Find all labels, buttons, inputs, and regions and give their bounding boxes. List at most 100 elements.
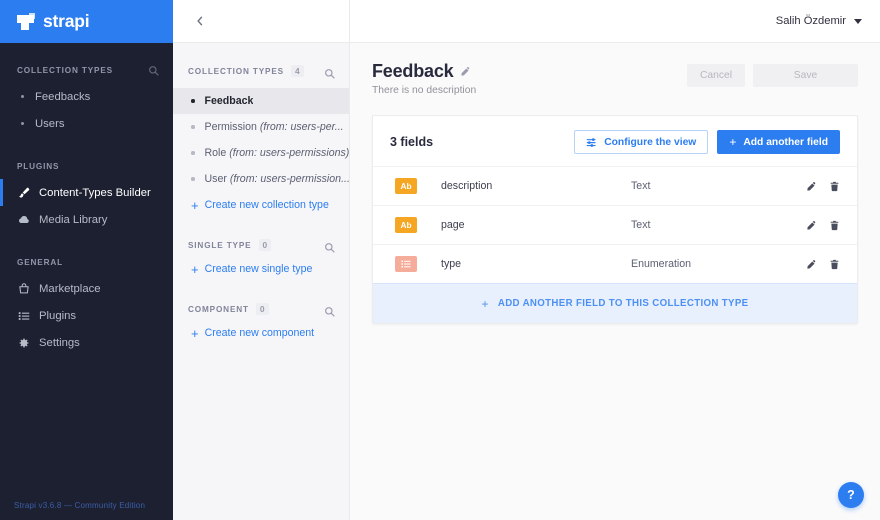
midbar-section-count: 0 xyxy=(258,239,272,251)
sidebar-item-media-library[interactable]: Media Library xyxy=(0,206,173,233)
row-actions xyxy=(806,259,840,270)
page-title-label: Feedback xyxy=(372,61,454,81)
enumeration-field-icon xyxy=(395,256,417,272)
page-title: Feedback xyxy=(372,61,476,82)
collection-type-role[interactable]: Role (from: users-permissions) xyxy=(173,140,349,166)
collection-type-permission[interactable]: Permission (from: users-per... xyxy=(173,114,349,140)
row-actions xyxy=(806,181,840,192)
fields-panel: 3 fields Configure the view + Add anothe… xyxy=(372,115,858,324)
row-actions xyxy=(806,220,840,231)
pencil-icon[interactable] xyxy=(806,220,817,231)
sidebar-section-plugins-header: PLUGINS xyxy=(0,153,173,179)
sidebar-item-feedbacks[interactable]: Feedbacks xyxy=(0,83,173,110)
trash-icon[interactable] xyxy=(829,181,840,192)
trash-icon[interactable] xyxy=(829,220,840,231)
collection-type-label: Feedback xyxy=(204,95,254,107)
shopping-cart-icon xyxy=(17,282,30,295)
sidebar-item-label: Media Library xyxy=(39,213,108,226)
sidebar-item-users[interactable]: Users xyxy=(0,110,173,137)
sidebar-section-collection-types-header: COLLECTION TYPES xyxy=(0,57,173,83)
search-icon[interactable] xyxy=(324,240,335,253)
help-button[interactable]: ? xyxy=(838,482,864,508)
sidebar-item-content-types-builder[interactable]: Content-Types Builder xyxy=(0,179,173,206)
brand-name: strapi xyxy=(43,11,90,31)
content-types-panel: COLLECTION TYPES 4 Feedback Permission (… xyxy=(173,0,350,520)
pencil-icon[interactable] xyxy=(806,259,817,270)
add-another-field-label: Add another field xyxy=(743,136,828,148)
field-type: Enumeration xyxy=(631,258,692,270)
collection-type-feedback[interactable]: Feedback xyxy=(173,88,349,114)
collection-type-label: Permission xyxy=(204,121,260,133)
field-name: page xyxy=(441,219,465,231)
bullet-icon xyxy=(191,99,195,103)
pencil-icon[interactable] xyxy=(806,181,817,192)
create-new-collection-type-link[interactable]: + Create new collection type xyxy=(173,192,349,218)
midbar-section-count: 0 xyxy=(255,303,269,315)
text-field-icon: Ab xyxy=(395,178,417,194)
cancel-button[interactable]: Cancel xyxy=(686,64,745,87)
collection-type-label: User xyxy=(204,173,230,185)
sidebar-item-marketplace[interactable]: Marketplace xyxy=(0,275,173,302)
search-icon[interactable] xyxy=(148,65,159,76)
midbar-section-collection-types-header: COLLECTION TYPES 4 xyxy=(173,60,349,82)
sidebar-nav: COLLECTION TYPES Feedbacks Users PLUGINS xyxy=(0,43,173,501)
collection-type-source: (from: users-per... xyxy=(259,121,344,133)
add-another-field-button[interactable]: + Add another field xyxy=(717,130,840,154)
sliders-icon xyxy=(586,137,597,148)
sidebar-item-plugins[interactable]: Plugins xyxy=(0,302,173,329)
bullet-icon xyxy=(191,177,195,181)
pencil-icon[interactable] xyxy=(460,66,471,77)
create-new-single-type-link[interactable]: + Create new single type xyxy=(173,256,349,282)
question-mark-icon: ? xyxy=(847,488,855,502)
fields-panel-header: 3 fields Configure the view + Add anothe… xyxy=(373,116,857,166)
collection-types-items: Feedback Permission (from: users-per... … xyxy=(173,88,349,192)
create-link-label: Create new collection type xyxy=(204,199,329,211)
page-header-actions: Cancel Save xyxy=(686,61,858,87)
table-row[interactable]: type Enumeration xyxy=(373,244,857,283)
configure-the-view-label: Configure the view xyxy=(604,136,697,148)
paintbrush-icon xyxy=(17,187,30,199)
page-description: There is no description xyxy=(372,85,477,96)
sidebar-item-label: Marketplace xyxy=(39,282,101,295)
table-row[interactable]: Ab description Text xyxy=(373,166,857,205)
trash-icon[interactable] xyxy=(829,259,840,270)
collection-type-user[interactable]: User (from: users-permission... xyxy=(173,166,349,192)
field-name: description xyxy=(441,180,493,192)
sidebar-item-label: Feedbacks xyxy=(35,90,91,103)
midbar-section-title: COMPONENT xyxy=(188,304,249,314)
sidebar-section-title: PLUGINS xyxy=(17,161,60,171)
page-header-text: Feedback There is no description xyxy=(372,61,476,96)
midbar-section-count: 4 xyxy=(290,65,304,77)
main-content: Salih Özdemir Feedback There is no descr… xyxy=(350,0,880,520)
add-another-field-to-collection-type-button[interactable]: + ADD ANOTHER FIELD TO THIS COLLECTION T… xyxy=(373,283,857,323)
sidebar-section-title: GENERAL xyxy=(17,257,63,267)
bullet-icon xyxy=(21,122,24,125)
search-icon[interactable] xyxy=(324,304,335,317)
cloud-icon xyxy=(17,214,30,226)
chevron-down-icon[interactable] xyxy=(854,18,862,24)
configure-the-view-button[interactable]: Configure the view xyxy=(574,130,709,154)
text-field-icon: Ab xyxy=(395,217,417,233)
sidebar-item-label: Settings xyxy=(39,336,80,349)
sidebar-version-footer: Strapi v3.6.8 — Community Edition xyxy=(14,501,146,510)
collection-type-source: (from: users-permission... xyxy=(229,173,349,185)
search-icon[interactable] xyxy=(324,66,335,79)
create-link-label: Create new component xyxy=(204,327,315,339)
bullet-icon xyxy=(191,125,195,129)
user-menu-label[interactable]: Salih Özdemir xyxy=(776,15,846,27)
sidebar-item-label: Plugins xyxy=(39,309,77,322)
sidebar-item-label: Users xyxy=(35,117,65,130)
sidebar-item-label: Content-Types Builder xyxy=(39,186,151,199)
plus-icon: + xyxy=(191,197,199,213)
brand-header[interactable]: strapi xyxy=(0,0,173,43)
table-row[interactable]: Ab page Text xyxy=(373,205,857,244)
create-new-component-link[interactable]: + Create new component xyxy=(173,320,349,346)
plus-icon: + xyxy=(191,261,199,277)
chevron-left-icon[interactable] xyxy=(190,11,210,31)
save-button[interactable]: Save xyxy=(753,64,858,87)
sidebar-item-settings[interactable]: Settings xyxy=(0,329,173,356)
sidebar-section-general-header: GENERAL xyxy=(0,249,173,275)
